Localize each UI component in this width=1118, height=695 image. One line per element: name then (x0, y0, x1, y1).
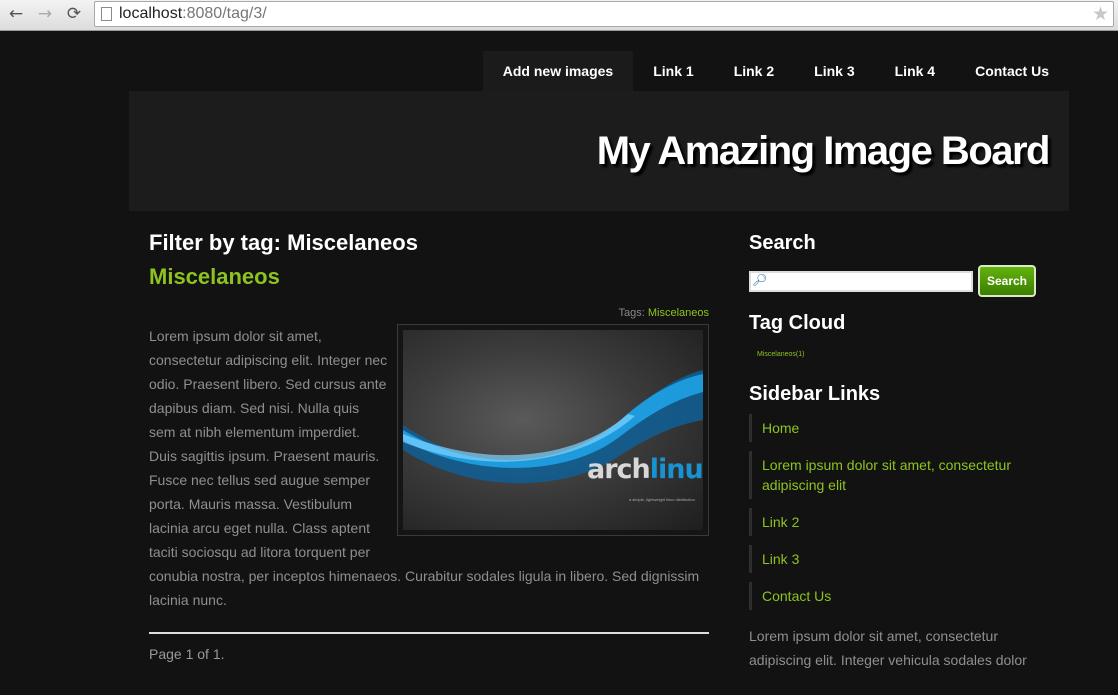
sidebar-link-contact[interactable]: Contact Us (749, 582, 1049, 610)
nav-link-2[interactable]: Link 2 (714, 51, 794, 91)
main-content: Filter by tag: Miscelaneos Miscelaneos T… (149, 230, 710, 662)
arch-tagline: a simple, lightweight linux distribution (629, 497, 695, 502)
site-header: My Amazing Image Board (129, 91, 1069, 211)
tag-cloud-item[interactable]: Miscelaneos(1) (749, 351, 1049, 358)
post-image[interactable]: archlinux a simple, lightweight linux di… (397, 324, 709, 536)
sidebar-link-home[interactable]: Home (749, 414, 1049, 442)
site-title[interactable]: My Amazing Image Board (597, 129, 1051, 174)
bookmark-star-icon[interactable]: ★ (1092, 3, 1109, 25)
browser-toolbar: ← → ⟳ localhost:8080/tag/3/ ★ (0, 0, 1118, 31)
arch-linux-wallpaper-image: archlinux a simple, lightweight linux di… (403, 330, 703, 530)
address-bar[interactable]: localhost:8080/tag/3/ ★ (94, 1, 1114, 27)
back-icon[interactable]: ← (5, 4, 27, 24)
reload-icon[interactable]: ⟳ (63, 4, 85, 24)
url-text[interactable]: localhost:8080/tag/3/ (119, 5, 267, 23)
nav-link-3[interactable]: Link 3 (794, 51, 874, 91)
search-heading: Search (749, 232, 816, 254)
forward-icon[interactable]: → (34, 4, 56, 24)
page: Add new images Link 1 Link 2 Link 3 Link… (0, 31, 1118, 695)
sidebar-links-heading: Sidebar Links (749, 383, 881, 405)
filter-title: Filter by tag: Miscelaneos (149, 230, 418, 255)
sidebar-link-2[interactable]: Link 2 (749, 508, 1049, 536)
post-tags: Tags: Miscelaneos (149, 307, 710, 319)
search-input[interactable]: 🔎︎ (749, 270, 973, 292)
arch-logo: archlinux (587, 454, 703, 485)
sidebar: Search 🔎︎ Search Tag Cloud Miscelaneos(1… (749, 231, 1049, 672)
sidebar-link-3[interactable]: Link 3 (749, 545, 1049, 573)
search-button[interactable]: Search (978, 265, 1036, 297)
page-icon (101, 7, 112, 21)
tag-link[interactable]: Miscelaneos (648, 307, 709, 319)
tag-cloud-heading: Tag Cloud (749, 312, 846, 334)
nav-contact-us[interactable]: Contact Us (955, 51, 1069, 91)
search-icon: 🔎︎ (752, 272, 768, 287)
search-form: 🔎︎ Search (749, 265, 1049, 297)
nav-add-new-images[interactable]: Add new images (482, 51, 634, 91)
sidebar-link-lorem[interactable]: Lorem ipsum dolor sit amet, consectetur … (749, 451, 1049, 499)
post-title[interactable]: Miscelaneos (149, 265, 709, 289)
pagination: Page 1 of 1. (149, 632, 709, 662)
nav-link-4[interactable]: Link 4 (875, 51, 955, 91)
post-body: archlinux a simple, lightweight linux di… (149, 324, 709, 612)
tags-label: Tags: (618, 307, 645, 319)
sidebar-links: Home Lorem ipsum dolor sit amet, consect… (749, 414, 1049, 610)
nav-link-1[interactable]: Link 1 (633, 51, 713, 91)
top-nav: Add new images Link 1 Link 2 Link 3 Link… (482, 51, 1069, 91)
sidebar-text: Lorem ipsum dolor sit amet, consectetur … (749, 628, 1027, 668)
